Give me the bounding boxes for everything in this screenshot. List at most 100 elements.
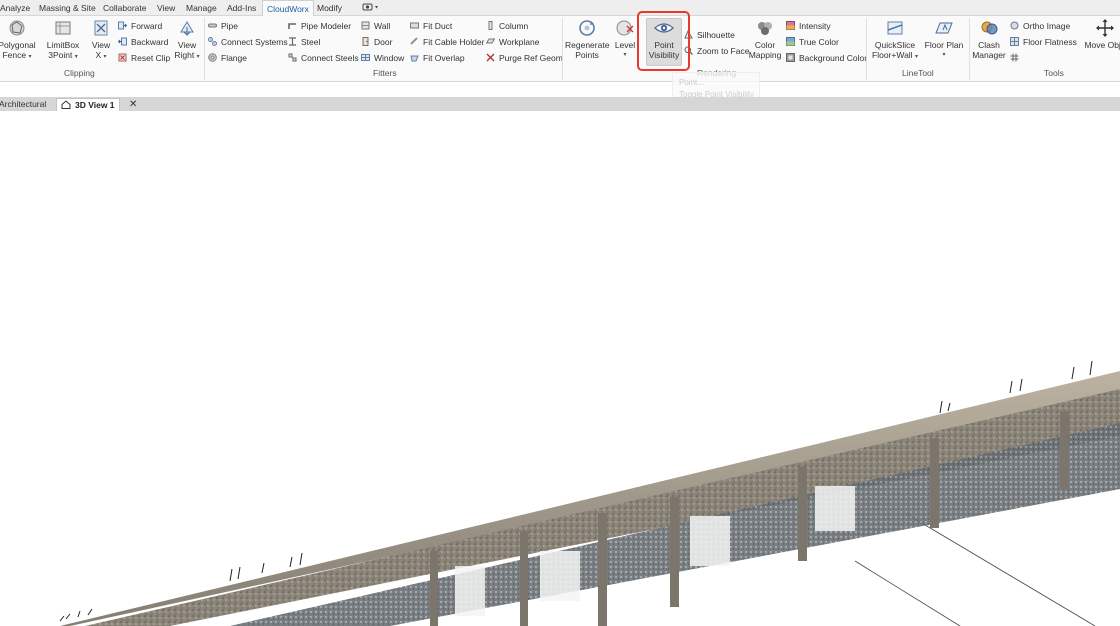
tab-modify[interactable]: Modify xyxy=(317,0,342,16)
reset-clip-button[interactable]: Reset Clip xyxy=(118,52,170,64)
fit-cable-holder-button[interactable]: Fit Cable Holder xyxy=(410,36,484,48)
column-button[interactable]: Column xyxy=(486,20,528,32)
floor-flatness-icon xyxy=(1010,37,1019,46)
pipe-modeler-icon xyxy=(288,23,296,29)
purge-ref-geom-button[interactable]: Purge Ref Geom xyxy=(486,52,563,64)
connect-steels-button[interactable]: Connect Steels xyxy=(288,52,359,64)
fit-cable-holder-label: Fit Cable Holder xyxy=(423,37,485,47)
ortho-image-icon xyxy=(1010,21,1019,30)
quickslice-label-2: Floor+Wall ▾ xyxy=(872,50,918,60)
reset-clip-icon xyxy=(118,53,127,62)
view-x-label-1: View xyxy=(91,40,111,50)
view-tab-bar: Architectural 3D View 1 ✕ xyxy=(0,97,1120,111)
polygonal-fence-button[interactable]: Polygonal Fence ▾ xyxy=(0,18,36,62)
level-button[interactable]: Level ▾ xyxy=(612,18,638,60)
tab-view[interactable]: View xyxy=(157,0,175,16)
fit-overlap-button[interactable]: Fit Overlap xyxy=(410,52,465,64)
connect-systems-button[interactable]: Connect Systems xyxy=(208,36,288,48)
flange-label: Flange xyxy=(221,53,247,63)
point-visibility-highlight xyxy=(637,11,690,71)
tab-massing-site[interactable]: Massing & Site xyxy=(39,0,96,16)
workplane-button[interactable]: Workplane xyxy=(486,36,539,48)
pipe-icon xyxy=(208,23,217,28)
forward-icon xyxy=(118,21,127,30)
level-label: Level xyxy=(614,40,636,50)
tab-collaborate[interactable]: Collaborate xyxy=(103,0,146,16)
steel-button[interactable]: Steel xyxy=(288,36,320,48)
background-color-button[interactable]: Background Color xyxy=(786,52,867,64)
backward-label: Backward xyxy=(131,37,169,47)
pipe-modeler-label: Pipe Modeler xyxy=(301,21,352,31)
window-button[interactable]: Window xyxy=(361,52,404,64)
regenerate-points-button[interactable]: Regenerate Points xyxy=(565,18,609,60)
tab-analyze[interactable]: Analyze xyxy=(0,0,30,16)
clash-manager-button[interactable]: Clash Manager xyxy=(970,18,1008,60)
fitters-group-label: Fitters xyxy=(373,68,397,78)
quick-access-dropdown[interactable] xyxy=(362,1,380,17)
color-mapping-button[interactable]: Color Mapping xyxy=(748,18,782,60)
intensity-button[interactable]: Intensity xyxy=(786,20,831,32)
fit-duct-button[interactable]: Fit Duct xyxy=(410,20,452,32)
door-button[interactable]: Door xyxy=(361,36,392,48)
3d-view-canvas[interactable] xyxy=(0,111,1120,626)
level-icon xyxy=(616,20,634,36)
close-view-tab-button[interactable]: ✕ xyxy=(129,98,137,111)
background-color-icon xyxy=(786,53,795,62)
column-icon xyxy=(488,21,493,30)
tab-cloudworx[interactable]: CloudWorx xyxy=(262,0,314,17)
view-tab-label: 3D View 1 xyxy=(75,100,115,110)
flange-button[interactable]: Flange xyxy=(208,52,247,64)
steel-beam-icon xyxy=(289,37,296,46)
intensity-icon xyxy=(786,21,795,30)
group-separator xyxy=(562,18,563,80)
tab-add-ins[interactable]: Add-Ins xyxy=(227,0,256,16)
floor-flatness-button[interactable]: Floor Flatness xyxy=(1010,36,1077,48)
move-arrows-icon xyxy=(1096,19,1114,37)
move-object-button[interactable]: Move Obje xyxy=(1080,18,1120,50)
pipe-button[interactable]: Pipe xyxy=(208,20,238,32)
view-tab-architectural[interactable]: Architectural xyxy=(0,98,46,111)
fit-duct-label: Fit Duct xyxy=(423,21,453,31)
true-color-icon xyxy=(786,37,795,46)
wall-button[interactable]: Wall xyxy=(361,20,390,32)
guide-line xyxy=(904,512,1096,626)
silhouette-button[interactable]: Silhouette xyxy=(684,29,735,41)
regenerate-icon xyxy=(579,20,595,36)
door-icon xyxy=(362,37,369,46)
window-label: Window xyxy=(374,53,405,63)
wall-label: Wall xyxy=(374,21,391,31)
door-label: Door xyxy=(374,37,393,47)
true-color-button[interactable]: True Color xyxy=(786,36,839,48)
polygonal-fence-icon xyxy=(9,20,25,36)
intensity-label: Intensity xyxy=(799,21,831,31)
clipping-group-label: Clipping xyxy=(64,68,95,78)
color-mapping-icon xyxy=(758,22,772,35)
purge-ref-geom-label: Purge Ref Geom xyxy=(499,53,563,63)
workplane-label: Workplane xyxy=(499,37,540,47)
view-x-icon xyxy=(94,20,108,36)
pipe-modeler-button[interactable]: Pipe Modeler xyxy=(288,20,351,32)
view-tab-3d-view-1[interactable]: 3D View 1 xyxy=(56,98,120,111)
fit-overlap-icon xyxy=(410,55,419,62)
wall-icon xyxy=(361,21,370,30)
point-cloud-svg xyxy=(59,360,1120,626)
forward-button[interactable]: Forward xyxy=(118,20,162,32)
window-icon xyxy=(361,54,370,61)
level-dropdown-icon[interactable]: ▾ xyxy=(612,50,638,60)
quickslice-button[interactable]: QuickSlice Floor+Wall ▾ xyxy=(872,18,918,62)
grid-tool-button[interactable] xyxy=(1010,52,1023,64)
backward-button[interactable]: Backward xyxy=(118,36,168,48)
tab-manage[interactable]: Manage xyxy=(186,0,217,16)
purge-icon xyxy=(486,53,495,62)
floor-plan-dropdown-icon[interactable]: ▾ xyxy=(924,50,964,60)
limitbox-button[interactable]: LimitBox 3Point ▾ xyxy=(44,18,82,62)
regenerate-label-1: Regenerate xyxy=(565,40,610,50)
floor-plan-button[interactable]: Floor Plan ▾ xyxy=(924,18,964,60)
zoom-to-face-button[interactable]: Zoom to Face xyxy=(684,45,749,57)
ortho-image-button[interactable]: Ortho Image xyxy=(1010,20,1070,32)
view-right-button[interactable]: View Right ▾ xyxy=(174,18,200,62)
view-right-label-1: View xyxy=(177,40,197,50)
forward-label: Forward xyxy=(131,21,163,31)
view-x-button[interactable]: View X ▾ xyxy=(88,18,114,62)
reset-clip-label: Reset Clip xyxy=(131,53,171,63)
